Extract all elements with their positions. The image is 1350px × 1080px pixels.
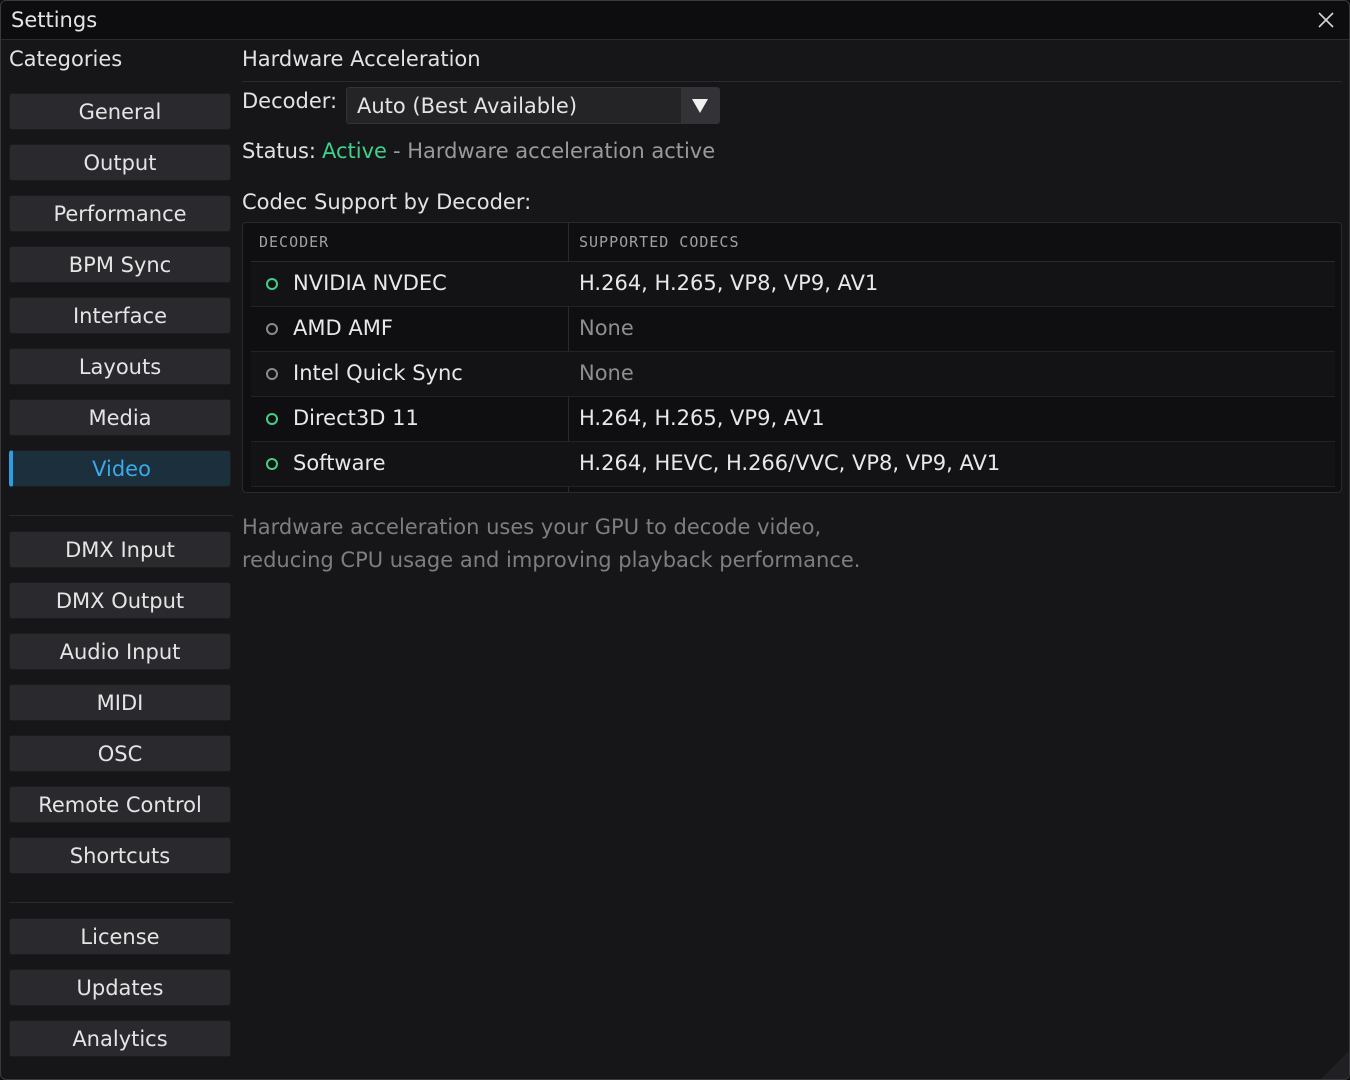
sidebar-item-osc[interactable]: OSC — [9, 735, 231, 772]
status-dot-icon — [266, 413, 278, 425]
supported-codecs: H.264, H.265, VP9, AV1 — [579, 406, 825, 430]
supported-codecs: None — [579, 361, 634, 385]
dropdown-arrow-button[interactable] — [681, 88, 719, 123]
triangle-down-icon — [692, 98, 708, 113]
sidebar-item-dmx-output[interactable]: DMX Output — [9, 582, 231, 619]
sidebar-item-analytics[interactable]: Analytics — [9, 1020, 231, 1057]
sidebar-item-bpm-sync[interactable]: BPM Sync — [9, 246, 231, 283]
sidebar-item-label: Shortcuts — [69, 843, 171, 868]
sidebar-item-label: Audio Input — [59, 639, 181, 664]
sidebar-item-video[interactable]: Video — [9, 450, 231, 487]
status-dot-icon — [266, 458, 278, 470]
table-row: Direct3D 11 H.264, H.265, VP9, AV1 — [251, 397, 1335, 442]
status-value: Active — [322, 139, 387, 163]
status-label: Status: — [242, 139, 316, 163]
status-dot-icon — [266, 278, 278, 290]
supported-codecs: None — [579, 316, 634, 340]
sidebar-item-label: Interface — [72, 303, 168, 328]
status-row: Status: Active - Hardware acceleration act… — [242, 139, 715, 163]
sidebar-item-interface[interactable]: Interface — [9, 297, 231, 334]
sidebar-item-shortcuts[interactable]: Shortcuts — [9, 837, 231, 874]
table-row: AMD AMF None — [251, 307, 1335, 352]
decoder-label: Decoder: — [242, 89, 338, 113]
supported-codecs: H.264, HEVC, H.266/VVC, VP8, VP9, AV1 — [579, 451, 1001, 475]
sidebar-item-audio-input[interactable]: Audio Input — [9, 633, 231, 670]
sidebar-item-output[interactable]: Output — [9, 144, 231, 181]
sidebar-item-label: Media — [88, 405, 152, 430]
table-row: Software H.264, HEVC, H.266/VVC, VP8, VP9… — [251, 442, 1335, 487]
decoder-name: Software — [293, 451, 386, 475]
section-divider — [242, 81, 1342, 82]
sidebar-item-label: DMX Input — [65, 537, 175, 562]
sidebar-item-label: License — [80, 924, 160, 949]
sidebar-item-license[interactable]: License — [9, 918, 231, 955]
column-header-decoder: DECODER — [259, 233, 330, 251]
sidebar-item-media[interactable]: Media — [9, 399, 231, 436]
sidebar-item-label: Performance — [53, 201, 187, 226]
sidebar-item-label: Analytics — [72, 1026, 168, 1051]
sidebar-item-updates[interactable]: Updates — [9, 969, 231, 1006]
title-bar: Settings — [1, 1, 1349, 40]
decoder-selected-value: Auto (Best Available) — [357, 94, 578, 118]
sidebar-item-label: Remote Control — [38, 792, 202, 817]
sidebar-item-performance[interactable]: Performance — [9, 195, 231, 232]
sidebar-item-midi[interactable]: MIDI — [9, 684, 231, 721]
sidebar-item-label: DMX Output — [55, 588, 185, 613]
status-dot-icon — [266, 368, 278, 380]
status-description: - Hardware acceleration active — [392, 139, 716, 163]
table-row: NVIDIA NVDEC H.264, H.265, VP8, VP9, AV1 — [251, 262, 1335, 307]
close-button[interactable] — [1313, 7, 1339, 33]
close-icon — [1318, 12, 1334, 28]
sidebar-item-label: General — [78, 99, 162, 124]
sidebar-item-dmx-input[interactable]: DMX Input — [9, 531, 231, 568]
decoder-name: AMD AMF — [293, 316, 393, 340]
sidebar-item-label: Video — [92, 456, 151, 481]
sidebar-item-label: BPM Sync — [68, 252, 172, 277]
decoder-name: Intel Quick Sync — [293, 361, 463, 385]
column-header-supported-codecs: SUPPORTED CODECS — [579, 233, 740, 251]
decoder-dropdown[interactable]: Auto (Best Available) — [346, 87, 720, 124]
resize-grip[interactable] — [1321, 1051, 1349, 1079]
section-title: Hardware Acceleration — [242, 47, 481, 71]
sidebar-item-general[interactable]: General — [9, 93, 231, 130]
window-title: Settings — [11, 8, 98, 32]
help-line: reducing CPU usage and improving playbac… — [242, 548, 861, 572]
sidebar-item-label: MIDI — [96, 690, 144, 715]
sidebar-item-label: Updates — [76, 975, 164, 1000]
category-group-divider — [9, 515, 233, 516]
sidebar-item-layouts[interactable]: Layouts — [9, 348, 231, 385]
table-row: Intel Quick Sync None — [251, 352, 1335, 397]
help-text: Hardware acceleration uses your GPU to d… — [242, 511, 942, 577]
categories-header: Categories — [9, 47, 123, 71]
sidebar-item-label: Layouts — [78, 354, 162, 379]
codec-support-table: DECODER SUPPORTED CODECS NVIDIA NVDEC H.2… — [242, 222, 1342, 493]
sidebar-item-remote-control[interactable]: Remote Control — [9, 786, 231, 823]
sidebar-item-label: Output — [83, 150, 157, 175]
help-line: Hardware acceleration uses your GPU to d… — [242, 515, 822, 539]
sidebar-item-label: OSC — [97, 741, 143, 766]
settings-window: Settings Categories General Output Perform… — [0, 0, 1350, 1080]
decoder-name: Direct3D 11 — [293, 406, 419, 430]
category-group-divider — [9, 902, 233, 903]
decoder-name: NVIDIA NVDEC — [293, 271, 447, 295]
status-dot-icon — [266, 323, 278, 335]
codec-support-title: Codec Support by Decoder: — [242, 190, 532, 214]
supported-codecs: H.264, H.265, VP8, VP9, AV1 — [579, 271, 879, 295]
